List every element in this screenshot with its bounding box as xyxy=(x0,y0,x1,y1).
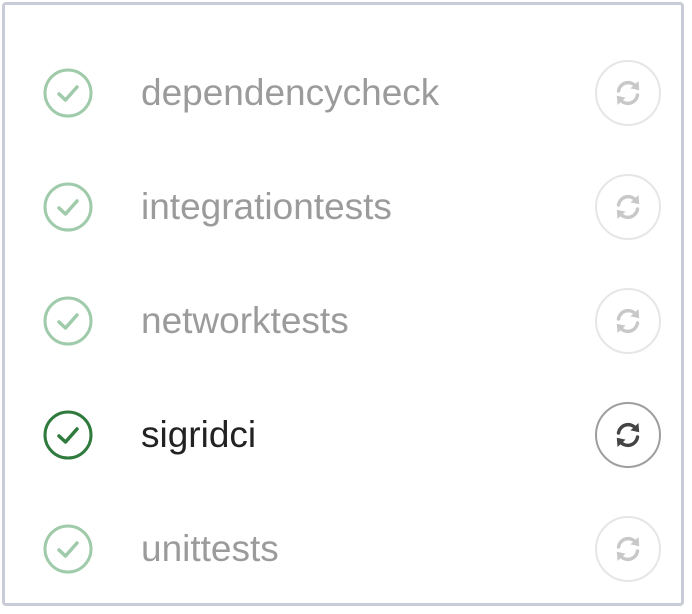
check-circle-icon xyxy=(42,295,94,347)
rerun-button[interactable] xyxy=(595,288,661,354)
check-name: sigridci xyxy=(141,414,257,455)
check-row-unittests: unittests xyxy=(5,509,681,589)
check-name: networktests xyxy=(141,300,349,341)
check-circle-icon xyxy=(42,523,94,575)
check-row-integrationtests: integrationtests xyxy=(5,167,681,247)
check-row-networktests: networktests xyxy=(5,281,681,361)
check-name: integrationtests xyxy=(141,186,392,227)
rerun-button[interactable] xyxy=(595,60,661,126)
check-circle-icon xyxy=(42,67,94,119)
check-circle-icon xyxy=(42,181,94,233)
rerun-button[interactable] xyxy=(595,516,661,582)
check-row-dependencycheck: dependencycheck xyxy=(5,53,681,133)
rerun-button[interactable] xyxy=(595,174,661,240)
check-list: dependencycheck integrationtests network… xyxy=(5,5,681,603)
check-row-sigridci: sigridci xyxy=(5,395,681,475)
checks-panel: dependencycheck integrationtests network… xyxy=(2,2,684,606)
check-circle-icon xyxy=(42,409,94,461)
rerun-button[interactable] xyxy=(595,402,661,468)
check-name: unittests xyxy=(141,528,279,569)
check-name: dependencycheck xyxy=(141,72,440,113)
